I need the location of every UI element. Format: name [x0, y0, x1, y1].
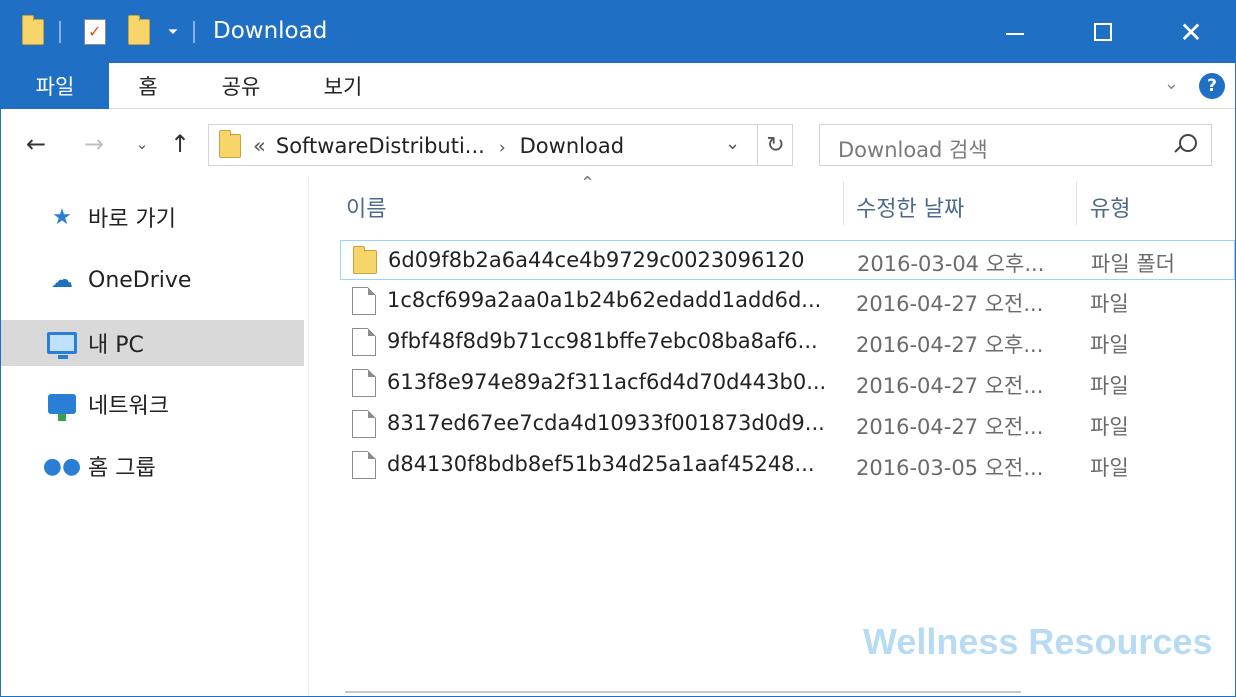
- column-header-name[interactable]: 이름: [346, 191, 386, 223]
- chevron-down-icon: ⌄: [135, 135, 149, 153]
- breadcrumb-separator-icon[interactable]: ›: [499, 138, 506, 158]
- new-folder-icon[interactable]: [125, 15, 153, 49]
- sort-ascending-icon: ⌃: [580, 173, 596, 194]
- address-dropdown-icon[interactable]: ⌄: [725, 133, 740, 154]
- tab-file[interactable]: 파일: [1, 63, 109, 109]
- horizontal-scrollbar[interactable]: [345, 691, 1021, 693]
- column-header-date[interactable]: 수정한 날짜: [856, 191, 964, 223]
- address-bar[interactable]: « SoftwareDistributi... › Download ⌄ ↻: [208, 124, 793, 166]
- title-bar: ⏷ Download ✕: [1, 1, 1235, 63]
- quick-access-dropdown-icon[interactable]: ⏷: [163, 15, 183, 49]
- file-date: 2016-04-27 오전...: [856, 374, 1044, 398]
- file-name: 9fbf48f8d9b71cc981bffe7ebc08ba8af6...: [387, 329, 818, 353]
- maximize-icon: [1094, 23, 1112, 41]
- file-row[interactable]: 1c8cf699a2aa0a1b24b62edadd1add6d... 2016…: [340, 281, 1235, 321]
- close-button[interactable]: ✕: [1147, 1, 1235, 63]
- navigation-pane: ★ 바로 가기 ☁ OneDrive 내 PC 네트워크 ●● 홈 그룹: [1, 177, 309, 696]
- minimize-icon: [1006, 33, 1024, 35]
- sidebar-item-label: 네트워크: [88, 394, 169, 419]
- file-name: 1c8cf699a2aa0a1b24b62edadd1add6d...: [387, 288, 822, 312]
- file-name: 8317ed67ee7cda4d10933f001873d0d9...: [387, 411, 825, 435]
- column-header-type[interactable]: 유형: [1090, 191, 1130, 223]
- file-type: 파일: [1090, 415, 1129, 439]
- sidebar-item-network[interactable]: 네트워크: [1, 381, 304, 427]
- file-icon: [352, 287, 376, 315]
- file-type: 파일: [1090, 456, 1129, 480]
- file-date: 2016-04-27 오전...: [856, 415, 1044, 439]
- file-icon: [352, 451, 376, 479]
- file-date: 2016-03-04 오후...: [857, 252, 1045, 276]
- up-button[interactable]: ↑: [163, 127, 197, 161]
- file-date: 2016-04-27 오후...: [856, 333, 1044, 357]
- network-icon: [47, 389, 77, 421]
- file-row[interactable]: d84130f8bdb8ef51b34d25a1aaf45248... 2016…: [340, 445, 1235, 485]
- folder-icon[interactable]: [19, 15, 47, 49]
- refresh-icon: ↻: [766, 132, 785, 158]
- file-row[interactable]: 613f8e974e89a2f311acf6d4d70d443b0... 201…: [340, 363, 1235, 403]
- file-icon: [352, 328, 376, 356]
- navigation-bar: ← → ⌄ ↑ « SoftwareDistributi... › Download …: [1, 109, 1235, 177]
- breadcrumb-item-download[interactable]: Download: [520, 134, 624, 158]
- file-list: ⌃ 이름 수정한 날짜 유형 6d09f8b2a6a44ce4b9729c002…: [310, 173, 1235, 696]
- column-divider[interactable]: [1076, 181, 1077, 225]
- quick-access-star-icon: ★: [52, 204, 72, 230]
- homegroup-icon: ●●: [42, 453, 82, 479]
- help-icon[interactable]: ?: [1199, 73, 1225, 99]
- file-name: 6d09f8b2a6a44ce4b9729c0023096120: [388, 248, 805, 272]
- file-name: d84130f8bdb8ef51b34d25a1aaf45248...: [387, 452, 815, 476]
- refresh-button[interactable]: ↻: [757, 125, 793, 165]
- arrow-up-icon: ↑: [169, 130, 191, 158]
- file-type: 파일: [1090, 333, 1129, 357]
- toolbar-separator: [193, 21, 195, 43]
- breadcrumb-overflow[interactable]: «: [253, 134, 266, 158]
- file-type: 파일: [1090, 292, 1129, 316]
- close-icon: ✕: [1179, 15, 1203, 49]
- folder-icon: [353, 246, 377, 274]
- watermark-text: Wellness Resources: [863, 621, 1213, 662]
- sidebar-item-label: 홈 그룹: [88, 456, 156, 481]
- file-row[interactable]: 6d09f8b2a6a44ce4b9729c0023096120 2016-03…: [340, 240, 1235, 280]
- search-box[interactable]: Download 검색: [819, 124, 1212, 166]
- file-name: 613f8e974e89a2f311acf6d4d70d443b0...: [387, 370, 827, 394]
- minimize-button[interactable]: [971, 1, 1059, 63]
- sidebar-item-quick-access[interactable]: ★ 바로 가기: [1, 194, 304, 240]
- arrow-right-icon: →: [83, 130, 105, 158]
- tab-share[interactable]: 공유: [197, 63, 285, 109]
- breadcrumb-item-softwaredistribution[interactable]: SoftwareDistributi...: [276, 134, 485, 158]
- sidebar-item-label: 내 PC: [88, 333, 144, 358]
- back-button[interactable]: ←: [19, 127, 53, 161]
- tab-home[interactable]: 홈: [109, 63, 187, 109]
- ribbon-tabs: 파일 홈 공유 보기 ⌄ ?: [1, 63, 1235, 109]
- sidebar-item-label: OneDrive: [88, 267, 192, 293]
- sidebar-item-onedrive[interactable]: ☁ OneDrive: [1, 257, 304, 303]
- search-icon[interactable]: [1173, 134, 1197, 158]
- sidebar-item-this-pc[interactable]: 내 PC: [1, 320, 304, 366]
- onedrive-cloud-icon: ☁: [51, 267, 73, 293]
- tab-view[interactable]: 보기: [299, 63, 387, 109]
- folder-icon: [219, 130, 241, 158]
- forward-button[interactable]: →: [77, 127, 111, 161]
- file-row[interactable]: 9fbf48f8d9b71cc981bffe7ebc08ba8af6... 20…: [340, 322, 1235, 362]
- this-pc-icon: [47, 328, 77, 359]
- file-icon: [352, 410, 376, 438]
- file-explorer-window: ⏷ Download ✕ 파일 홈 공유 보기 ⌄ ? ← → ⌄ ↑ « Sof…: [0, 0, 1236, 697]
- ribbon-expand-chevron-icon[interactable]: ⌄: [1164, 73, 1179, 94]
- arrow-left-icon: ←: [25, 130, 47, 158]
- file-type: 파일: [1090, 374, 1129, 398]
- recent-locations-button[interactable]: ⌄: [131, 127, 153, 161]
- sidebar-item-label: 바로 가기: [88, 207, 176, 232]
- column-divider[interactable]: [843, 181, 844, 225]
- sidebar-item-homegroup[interactable]: ●● 홈 그룹: [1, 443, 304, 489]
- file-date: 2016-03-05 오전...: [856, 456, 1044, 480]
- file-type: 파일 폴더: [1091, 252, 1175, 276]
- file-row[interactable]: 8317ed67ee7cda4d10933f001873d0d9... 2016…: [340, 404, 1235, 444]
- file-date: 2016-04-27 오전...: [856, 292, 1044, 316]
- maximize-button[interactable]: [1059, 1, 1147, 63]
- file-icon: [352, 369, 376, 397]
- search-input[interactable]: Download 검색: [838, 134, 988, 164]
- toolbar-separator: [59, 21, 61, 43]
- window-title: Download: [213, 18, 328, 44]
- properties-icon[interactable]: [81, 15, 109, 49]
- breadcrumb: « SoftwareDistributi... › Download: [253, 134, 624, 158]
